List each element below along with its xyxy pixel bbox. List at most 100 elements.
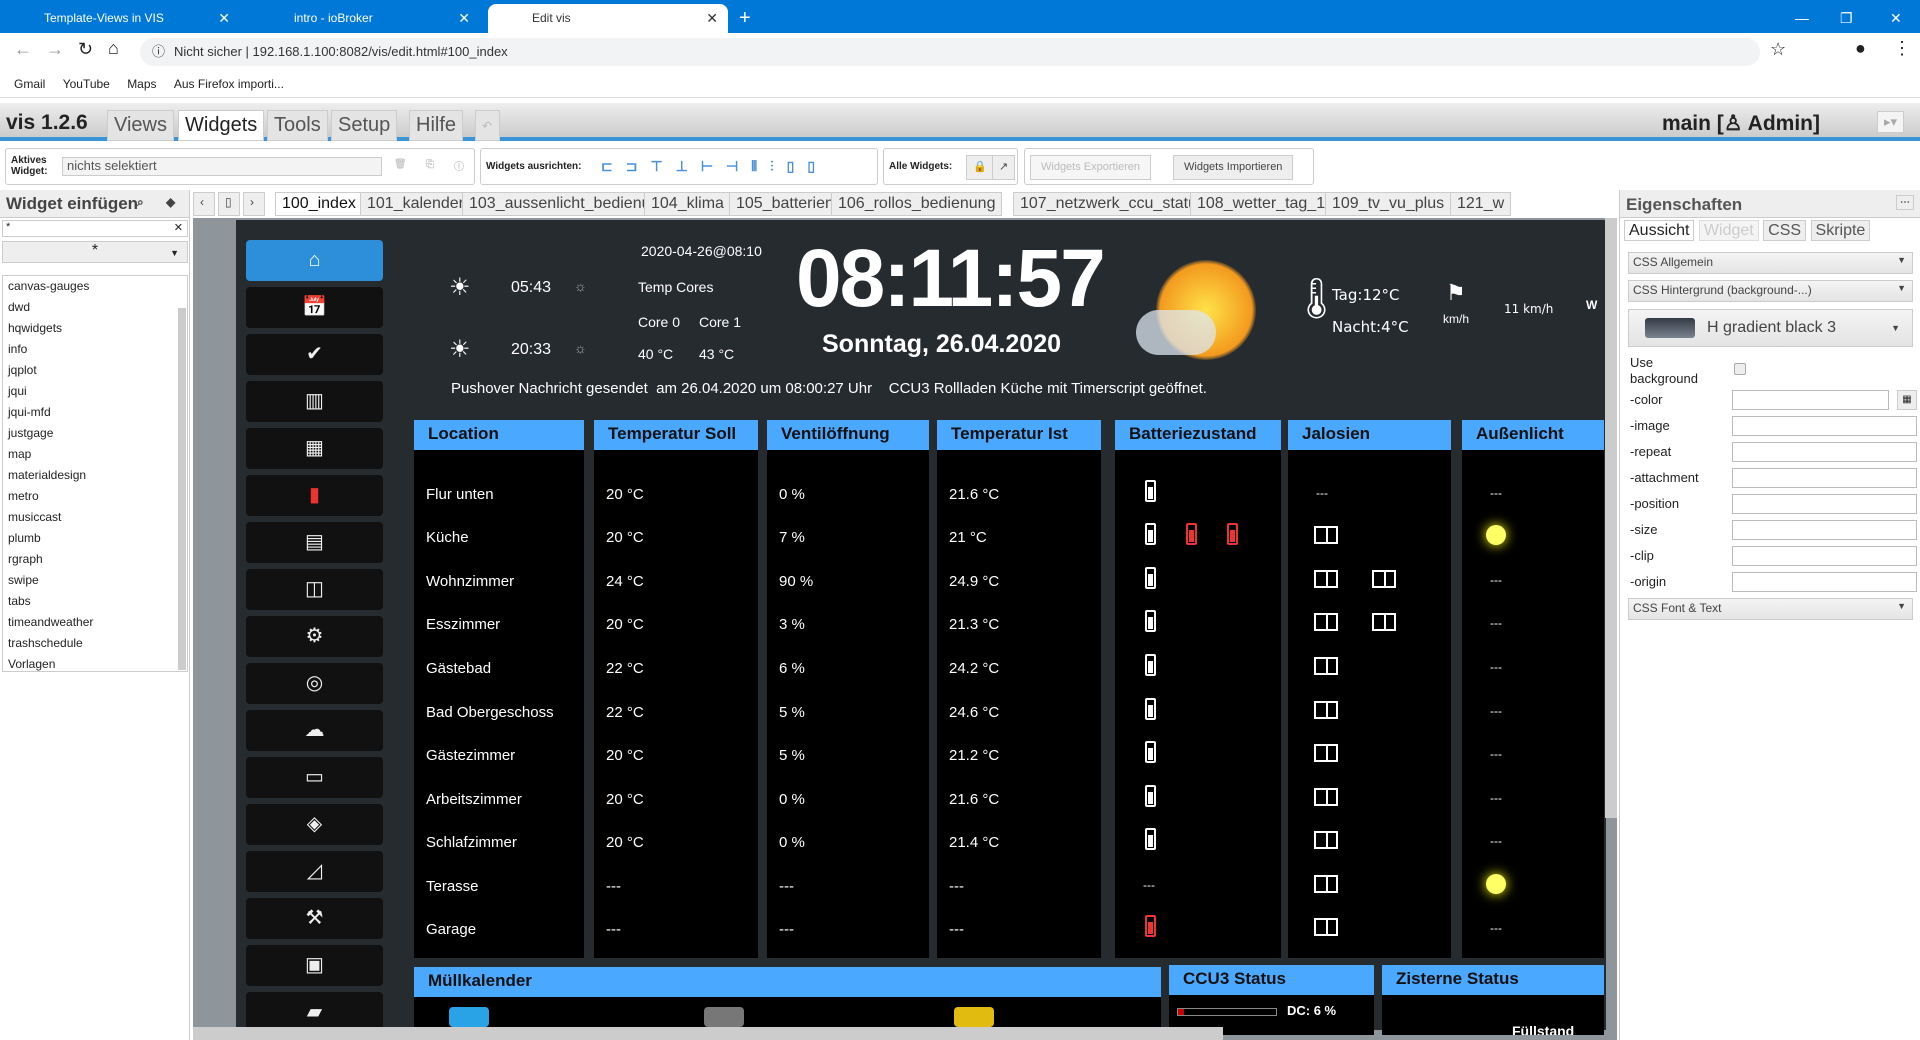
widget-set-item[interactable]: swipe bbox=[8, 570, 187, 591]
table-cell[interactable]: --- bbox=[1316, 486, 1328, 500]
blind-icon[interactable] bbox=[1372, 570, 1396, 588]
menu-tools[interactable]: Tools bbox=[267, 110, 328, 141]
blind-icon[interactable] bbox=[1314, 744, 1338, 762]
blind-icon[interactable] bbox=[1314, 570, 1338, 588]
nav-button[interactable]: ▥ bbox=[246, 381, 383, 422]
view-tab[interactable]: 109_tv_vu_plus bbox=[1325, 192, 1452, 216]
undo-icon[interactable]: ↶ bbox=[475, 110, 500, 141]
view-tab[interactable]: 104_klima bbox=[644, 192, 731, 216]
scrollbar[interactable] bbox=[178, 308, 186, 670]
menu-setup[interactable]: Setup bbox=[331, 110, 398, 141]
bookmark-maps[interactable]: Maps bbox=[127, 77, 156, 91]
blind-icon[interactable] bbox=[1314, 657, 1338, 675]
table-cell[interactable] bbox=[1314, 875, 1372, 897]
delete-icon[interactable]: 🗑 bbox=[394, 159, 407, 170]
more-icon[interactable]: ⋯ bbox=[1896, 195, 1914, 210]
widget-set-item[interactable]: rgraph bbox=[8, 549, 187, 570]
external-icon[interactable]: ↗ bbox=[992, 155, 1016, 180]
play-icon[interactable]: ▸▾ bbox=[1876, 111, 1904, 133]
menu-views[interactable]: Views bbox=[107, 110, 174, 141]
import-button[interactable]: Widgets Importieren bbox=[1173, 155, 1294, 180]
nav-button[interactable]: ▦ bbox=[246, 428, 383, 469]
light-bulb-icon[interactable] bbox=[1486, 874, 1506, 894]
browser-tab[interactable]: Template-Views in VIS ✕ bbox=[0, 4, 240, 33]
star-icon[interactable]: ☆ bbox=[1770, 39, 1786, 60]
field-input[interactable] bbox=[1732, 494, 1917, 514]
back-icon[interactable]: ← bbox=[14, 39, 32, 60]
nav-button[interactable]: ⌂ bbox=[246, 240, 383, 281]
home-icon[interactable]: ⌂ bbox=[108, 38, 119, 59]
tag-icon[interactable]: ◆ bbox=[166, 195, 175, 209]
widget-set-item[interactable]: materialdesign bbox=[8, 465, 187, 486]
copy-icon[interactable]: ⎘ bbox=[426, 159, 434, 170]
table-cell[interactable] bbox=[1314, 744, 1372, 766]
account-icon[interactable]: ● bbox=[1855, 38, 1866, 59]
table-cell[interactable]: --- bbox=[1490, 747, 1502, 761]
nav-button[interactable]: ▤ bbox=[246, 522, 383, 563]
table-cell[interactable]: --- bbox=[1490, 573, 1502, 587]
view-tab[interactable]: 108_wetter_tag_1 bbox=[1190, 192, 1333, 216]
blind-icon[interactable] bbox=[1314, 701, 1338, 719]
maximize-icon[interactable]: ❐ bbox=[1840, 4, 1853, 33]
view-tab[interactable]: 106_rollos_bedienung bbox=[831, 192, 1003, 216]
view-tab[interactable]: 100_index bbox=[275, 192, 363, 216]
view-tab[interactable]: 105_batterien bbox=[729, 192, 841, 216]
active-widget-select[interactable]: nichts selektiert bbox=[62, 157, 382, 176]
filter-input[interactable]: * ✕ bbox=[2, 220, 188, 237]
table-cell[interactable] bbox=[1314, 918, 1372, 940]
field-input[interactable] bbox=[1732, 390, 1889, 410]
nav-button[interactable]: ◎ bbox=[246, 663, 383, 704]
widget-set-item[interactable]: tabs bbox=[8, 591, 187, 612]
widget-set-item[interactable]: Vorlagen bbox=[8, 654, 187, 675]
field-input[interactable] bbox=[1732, 520, 1917, 540]
widget-set-item[interactable]: justgage bbox=[8, 423, 187, 444]
blind-icon[interactable] bbox=[1314, 526, 1338, 544]
blind-icon[interactable] bbox=[1314, 788, 1338, 806]
table-cell[interactable]: --- bbox=[1490, 704, 1502, 718]
table-cell[interactable] bbox=[1314, 657, 1372, 679]
table-cell[interactable]: --- bbox=[1490, 660, 1502, 674]
prev-icon[interactable]: ‹ bbox=[193, 192, 215, 216]
vertical-scrollbar[interactable] bbox=[1605, 218, 1617, 818]
table-cell[interactable]: --- bbox=[1490, 486, 1502, 500]
field-input[interactable] bbox=[1732, 572, 1917, 592]
new-tab-button[interactable]: + bbox=[735, 4, 751, 33]
set-select[interactable]: * ▼ bbox=[2, 241, 188, 263]
table-cell[interactable] bbox=[1314, 701, 1372, 723]
blind-icon[interactable] bbox=[1314, 613, 1338, 631]
view-tab[interactable]: 121_w bbox=[1450, 192, 1512, 216]
blind-icon[interactable] bbox=[1314, 875, 1338, 893]
widget-set-item[interactable]: metro bbox=[8, 486, 187, 507]
nav-button[interactable]: ◿ bbox=[246, 851, 383, 892]
search-icon[interactable]: ⌕ bbox=[137, 195, 144, 210]
table-cell[interactable] bbox=[1314, 570, 1430, 592]
close-icon[interactable]: ✕ bbox=[706, 4, 718, 33]
nav-button[interactable]: ▮ bbox=[246, 475, 383, 516]
nav-button[interactable]: ⚙ bbox=[246, 616, 383, 657]
widget-set-item[interactable]: dwd bbox=[8, 297, 187, 318]
bookmark-youtube[interactable]: YouTube bbox=[63, 77, 110, 91]
field-input[interactable] bbox=[1732, 416, 1917, 436]
blind-icon[interactable] bbox=[1314, 831, 1338, 849]
widget-set-item[interactable]: canvas-gauges bbox=[8, 276, 187, 297]
nav-button[interactable]: ▣ bbox=[246, 945, 383, 986]
field-input[interactable] bbox=[1732, 442, 1917, 462]
next-icon[interactable]: › bbox=[243, 192, 265, 216]
table-cell[interactable] bbox=[1486, 525, 1506, 549]
widget-set-item[interactable]: hqwidgets bbox=[8, 318, 187, 339]
browser-tab[interactable]: intro - ioBroker ✕ bbox=[250, 4, 480, 33]
widget-set-item[interactable]: map bbox=[8, 444, 187, 465]
table-cell[interactable] bbox=[1314, 831, 1372, 853]
nav-button[interactable]: ▭ bbox=[246, 757, 383, 798]
field-input[interactable] bbox=[1732, 546, 1917, 566]
menu-hilfe[interactable]: Hilfe bbox=[409, 110, 464, 141]
nav-button[interactable]: ◫ bbox=[246, 569, 383, 610]
light-bulb-icon[interactable] bbox=[1486, 525, 1506, 545]
close-icon[interactable]: ✕ bbox=[218, 4, 230, 33]
tab-css[interactable]: CSS bbox=[1763, 220, 1807, 241]
color-picker-icon[interactable]: ▦ bbox=[1897, 390, 1917, 410]
horizontal-scrollbar[interactable] bbox=[193, 1027, 1223, 1040]
table-cell[interactable]: --- bbox=[1490, 834, 1502, 848]
nav-button[interactable]: ◈ bbox=[246, 804, 383, 845]
minimize-icon[interactable]: — bbox=[1795, 4, 1809, 33]
